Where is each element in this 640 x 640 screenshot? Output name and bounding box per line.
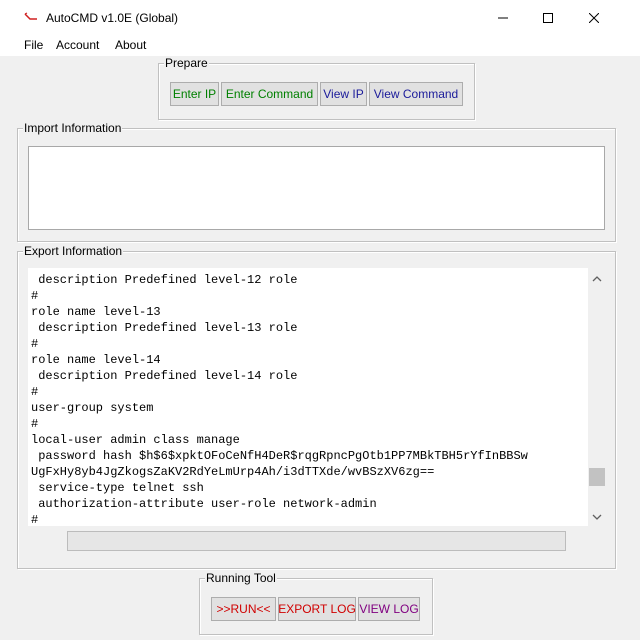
view-ip-button[interactable]: View IP xyxy=(320,82,367,106)
app-window: AutoCMD v1.0E (Global) File Account Abou… xyxy=(0,0,640,640)
export-log-text: role name level-12 description Predefine… xyxy=(31,268,528,526)
running-tool-legend: Running Tool xyxy=(205,571,277,585)
enter-command-button[interactable]: Enter Command xyxy=(221,82,318,106)
maximize-button[interactable] xyxy=(525,0,571,36)
import-legend: Import Information xyxy=(23,121,123,135)
menu-file[interactable]: File xyxy=(24,38,43,52)
export-legend: Export Information xyxy=(23,244,124,258)
prepare-legend: Prepare xyxy=(164,56,209,70)
chevron-up-icon[interactable] xyxy=(592,276,602,282)
menu-about[interactable]: About xyxy=(115,38,146,52)
enter-ip-button[interactable]: Enter IP xyxy=(170,82,219,106)
export-textarea[interactable]: role name level-12 description Predefine… xyxy=(28,268,606,526)
app-icon xyxy=(24,12,37,20)
run-button[interactable]: >>RUN<< xyxy=(211,597,276,621)
minimize-icon xyxy=(498,17,508,19)
menu-account[interactable]: Account xyxy=(56,38,99,52)
maximize-icon xyxy=(543,13,553,23)
view-command-button[interactable]: View Command xyxy=(369,82,463,106)
window-title: AutoCMD v1.0E (Global) xyxy=(46,11,179,25)
minimize-button[interactable] xyxy=(480,0,526,36)
title-bar[interactable]: AutoCMD v1.0E (Global) xyxy=(0,0,640,36)
progress-bar xyxy=(67,531,566,551)
close-icon xyxy=(589,13,599,23)
import-textarea[interactable] xyxy=(28,146,605,230)
close-button[interactable] xyxy=(571,0,617,36)
export-log-button[interactable]: EXPORT LOG xyxy=(278,597,356,621)
chevron-down-icon[interactable] xyxy=(592,514,602,520)
view-log-button[interactable]: VIEW LOG xyxy=(358,597,420,621)
export-scrollbar[interactable] xyxy=(588,268,606,526)
scroll-thumb[interactable] xyxy=(589,468,605,486)
